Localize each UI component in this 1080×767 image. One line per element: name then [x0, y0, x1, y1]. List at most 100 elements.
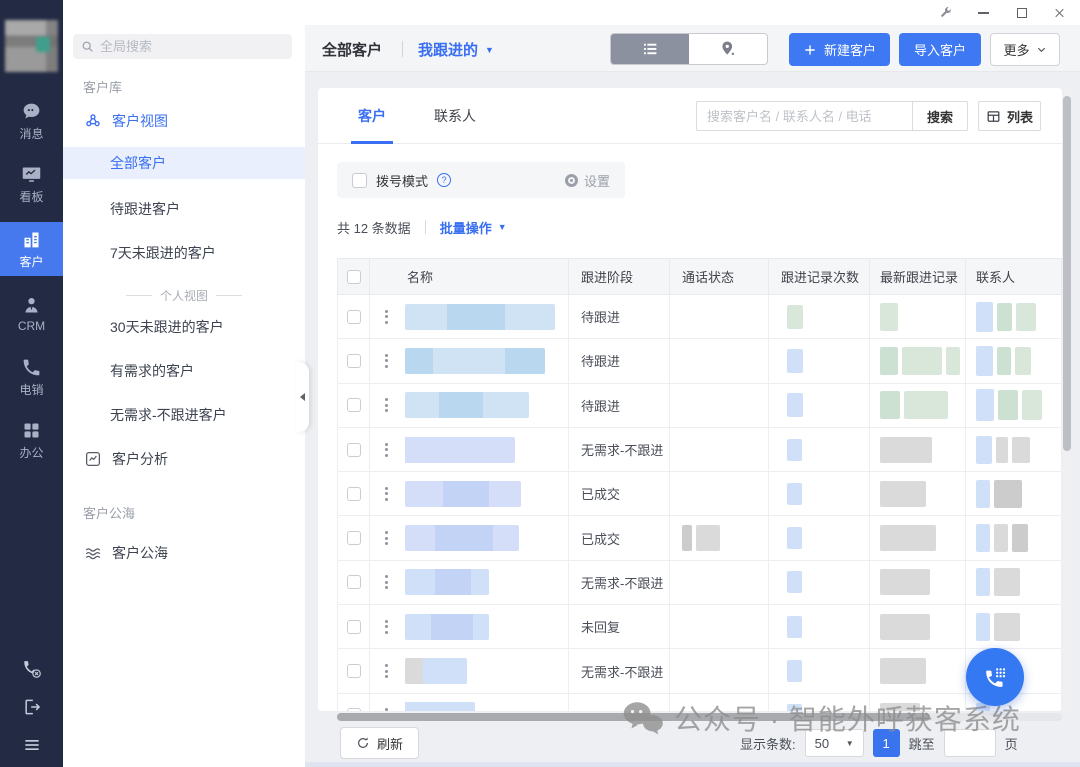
sidebar-item-crm[interactable]: CRM: [0, 289, 63, 339]
sidebar-item-office[interactable]: 办公: [0, 415, 63, 465]
sidebar-item-messages[interactable]: 消息: [0, 96, 63, 146]
new-customer-button[interactable]: 新建客户: [789, 33, 890, 66]
row-checkbox[interactable]: [347, 398, 361, 412]
tab-contacts[interactable]: 联系人: [434, 88, 476, 144]
row-checkbox[interactable]: [347, 575, 361, 589]
search-button[interactable]: 搜索: [912, 101, 968, 131]
redacted-contacts: [976, 524, 1028, 552]
chevron-down-icon: [1036, 44, 1047, 55]
row-menu-icon[interactable]: [385, 531, 388, 545]
toolbar-divider: [402, 41, 403, 57]
table-row: 已成交: [337, 516, 1062, 560]
message-icon: [21, 101, 42, 122]
more-button[interactable]: 更多: [990, 33, 1060, 66]
phone-disabled-icon[interactable]: [22, 659, 42, 679]
map-view-toggle[interactable]: [689, 34, 767, 64]
nav-item-customer-sea[interactable]: 客户公海: [63, 537, 305, 569]
row-checkbox[interactable]: [347, 487, 361, 501]
page-number-button[interactable]: 1: [873, 729, 900, 757]
row-checkbox[interactable]: [347, 708, 361, 711]
list-view-icon: [641, 40, 659, 58]
nav-item-30day-no-followup[interactable]: 30天未跟进的客户: [63, 311, 305, 343]
row-menu-icon[interactable]: [385, 354, 388, 368]
redacted-contacts: [976, 568, 1020, 596]
sidebar-item-customers[interactable]: 客户: [0, 222, 63, 276]
table-header: 名称 跟进阶段 通话状态 跟进记录次数 最新跟进记录 联系人: [337, 258, 1062, 295]
help-icon[interactable]: ?: [437, 173, 451, 187]
refresh-button[interactable]: 刷新: [340, 727, 419, 759]
row-menu-icon[interactable]: [385, 575, 388, 589]
personal-view-divider: 个人视图: [63, 287, 305, 304]
logout-icon[interactable]: [22, 697, 42, 717]
customer-search-input[interactable]: [696, 101, 912, 131]
nav-item-customer-view[interactable]: 客户视图: [63, 105, 305, 137]
import-customer-button[interactable]: 导入客户: [899, 33, 981, 66]
nav-item-customer-analysis[interactable]: 客户分析: [63, 443, 305, 475]
row-menu-icon[interactable]: [385, 708, 388, 711]
nav-item-has-demand[interactable]: 有需求的客户: [63, 355, 305, 387]
sidebar-item-label: 客户: [19, 253, 43, 270]
batch-actions-dropdown[interactable]: 批量操作▼: [440, 218, 507, 237]
nav-item-pending-followup[interactable]: 待跟进客户: [63, 193, 305, 225]
redacted-record-count: [787, 616, 802, 638]
redacted-contacts: [976, 436, 1030, 464]
column-list-button[interactable]: 列表: [978, 101, 1041, 131]
dial-settings-button[interactable]: 设置: [565, 171, 610, 190]
maximize-icon[interactable]: [1015, 6, 1028, 19]
redacted-contacts: [976, 613, 1020, 641]
followed-filter-dropdown[interactable]: 我跟进的▼: [418, 39, 494, 60]
vertical-scrollbar: [1063, 88, 1071, 711]
nav-item-no-demand[interactable]: 无需求-不跟进客户: [63, 399, 305, 431]
redacted-name: [405, 702, 475, 711]
sidebar-collapse-handle[interactable]: [296, 362, 309, 432]
row-menu-icon[interactable]: [385, 664, 388, 678]
page-size-select[interactable]: 50▼: [805, 729, 864, 757]
global-search[interactable]: [73, 34, 292, 59]
nav-item-label: 待跟进客户: [110, 199, 180, 219]
customers-icon: [21, 229, 42, 250]
tabs-row: 客户 联系人 搜索 列表: [318, 88, 1062, 144]
row-menu-icon[interactable]: [385, 398, 388, 412]
dashboard-icon: [21, 164, 42, 185]
redacted-latest-record: [880, 481, 926, 507]
redacted-contacts: [976, 346, 1031, 376]
select-all-checkbox[interactable]: [347, 270, 361, 284]
row-menu-icon[interactable]: [385, 620, 388, 634]
row-checkbox[interactable]: [347, 620, 361, 634]
customer-panel: 客户 联系人 搜索 列表 拨号模式 ? 设置 共 12 条数据 批量操作▼ 名称…: [318, 88, 1062, 711]
redacted-name: [405, 348, 545, 374]
close-icon[interactable]: [1053, 6, 1066, 19]
global-search-input[interactable]: [100, 39, 284, 54]
row-checkbox[interactable]: [347, 354, 361, 368]
row-checkbox[interactable]: [347, 664, 361, 678]
row-menu-icon[interactable]: [385, 443, 388, 457]
row-checkbox[interactable]: [347, 443, 361, 457]
sidebar-item-telesales[interactable]: 电销: [0, 352, 63, 402]
search-icon: [81, 40, 94, 53]
minimize-icon[interactable]: [977, 6, 990, 19]
phone-icon: [21, 357, 42, 378]
stats-divider: [425, 220, 426, 234]
menu-icon[interactable]: [22, 735, 42, 755]
nav-item-7day-no-followup[interactable]: 7天未跟进的客户: [63, 237, 305, 269]
tab-customers[interactable]: 客户: [358, 88, 386, 144]
jump-page-input[interactable]: [944, 729, 996, 757]
row-menu-icon[interactable]: [385, 310, 388, 324]
vertical-scrollbar-thumb[interactable]: [1063, 96, 1071, 451]
horizontal-scrollbar-thumb[interactable]: [337, 713, 930, 721]
nav-sidebar: 客户库 客户视图 全部客户 待跟进客户 7天未跟进的客户 个人视图 30天未跟进…: [63, 25, 305, 767]
table-row: 无需求-不跟进: [337, 649, 1062, 693]
wrench-icon[interactable]: [939, 6, 952, 19]
row-menu-icon[interactable]: [385, 487, 388, 501]
table-row: [337, 694, 1062, 711]
nav-item-all-customers[interactable]: 全部客户: [63, 147, 305, 179]
sidebar-item-dashboard[interactable]: 看板: [0, 159, 63, 209]
redacted-latest-record: [880, 525, 936, 551]
dial-mode-checkbox[interactable]: [352, 173, 367, 188]
customer-search-group: 搜索: [696, 101, 968, 131]
row-checkbox[interactable]: [347, 531, 361, 545]
list-view-toggle[interactable]: [611, 34, 689, 64]
row-checkbox[interactable]: [347, 310, 361, 324]
page-title: 全部客户: [322, 39, 382, 60]
floating-dialer-button[interactable]: [966, 648, 1024, 706]
